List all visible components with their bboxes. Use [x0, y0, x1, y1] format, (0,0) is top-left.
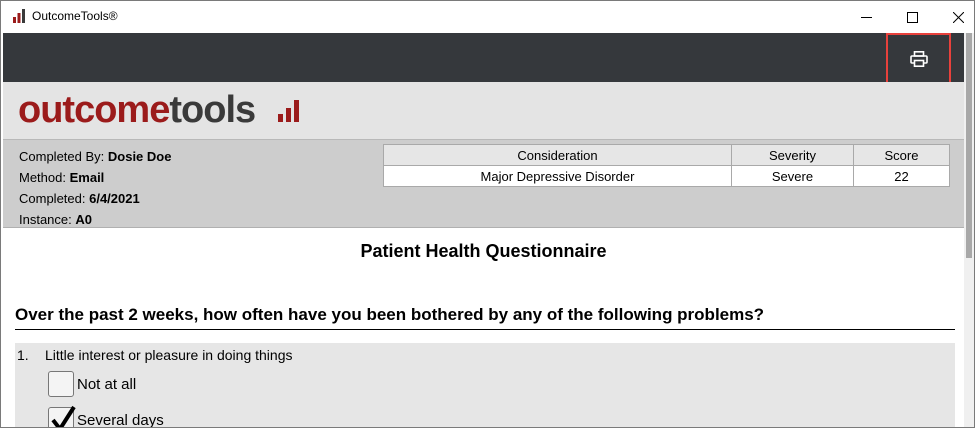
maximize-button[interactable]: [889, 1, 935, 33]
consideration-cell: Major Depressive Disorder: [383, 165, 732, 187]
question-instruction: Over the past 2 weeks, how often have yo…: [15, 305, 765, 324]
minimize-button[interactable]: [843, 1, 889, 33]
answer-label: Not at all: [77, 375, 137, 393]
window-title: OutcomeTools®: [32, 9, 118, 23]
completion-details: Completed By: Dosie Doe Method: Email Co…: [19, 146, 171, 230]
outcometools-logo: outcometools: [18, 89, 256, 131]
score-cell: 22: [853, 165, 950, 187]
questionnaire-content: Patient Health Questionnaire Over the pa…: [3, 228, 964, 428]
answer-checkbox[interactable]: [48, 405, 76, 427]
completed-date-row: Completed: 6/4/2021: [19, 191, 140, 206]
close-icon: [952, 11, 964, 23]
question-item: 1. Little interest or pleasure in doing …: [15, 343, 955, 428]
maximize-icon: [906, 11, 918, 23]
answer-option[interactable]: Several days: [48, 405, 164, 428]
question-number: 1.: [17, 347, 29, 363]
severity-cell: Severe: [731, 165, 854, 187]
header-consideration: Consideration: [383, 144, 732, 166]
minimize-icon: [860, 16, 872, 18]
title-bar: OutcomeTools®: [1, 1, 974, 33]
answer-label: Several days: [77, 411, 164, 428]
page-title: Patient Health Questionnaire: [360, 241, 607, 261]
summary-band: Completed By: Dosie Doe Method: Email Co…: [3, 139, 964, 228]
checkmark-icon: [51, 405, 76, 427]
logo-bars-icon: [278, 100, 299, 122]
vertical-scrollbar[interactable]: [964, 33, 974, 427]
results-header-row: Consideration Severity Score: [383, 144, 950, 166]
printer-icon: [909, 50, 928, 67]
header-severity: Severity: [731, 144, 854, 166]
close-button[interactable]: [935, 1, 974, 33]
results-table: Consideration Severity Score Major Depre…: [383, 144, 950, 187]
print-button[interactable]: [886, 33, 951, 84]
scrollbar-thumb[interactable]: [966, 33, 972, 258]
question-text: Little interest or pleasure in doing thi…: [45, 347, 293, 363]
method-row: Method: Email: [19, 170, 105, 185]
instance-row: Instance: A0: [19, 212, 93, 227]
answer-option[interactable]: Not at all: [48, 370, 136, 398]
app-logo-icon: [12, 9, 26, 23]
app-window: OutcomeTools® outcometools Completed By:…: [0, 0, 975, 428]
logo-band: outcometools: [3, 82, 964, 139]
answer-checkbox[interactable]: [48, 371, 74, 397]
divider: [15, 329, 955, 330]
table-row: Major Depressive Disorder Severe 22: [383, 165, 950, 187]
completed-by-row: Completed By: Dosie Doe: [19, 149, 172, 164]
toolbar: [3, 33, 964, 84]
header-score: Score: [853, 144, 950, 166]
